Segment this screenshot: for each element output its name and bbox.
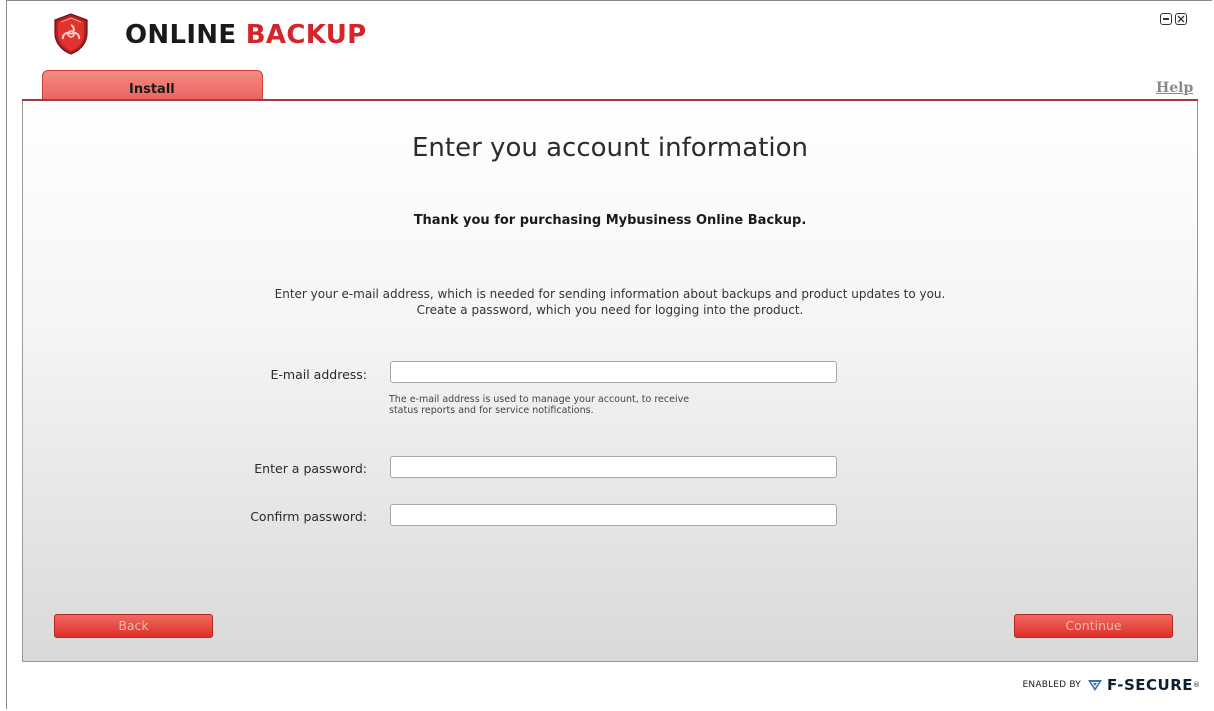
email-hint-line-2: status reports and for service notificat… [389,405,594,416]
email-field[interactable] [390,361,837,383]
confirm-password-label: Confirm password: [250,509,367,524]
thank-you-text: Thank you for purchasing Mybusiness Onli… [413,213,807,228]
email-label: E-mail address: [270,367,367,382]
intro-line-1: Enter your e-mail address, which is need… [274,287,946,301]
confirm-password-field[interactable] [390,504,837,526]
app-title-part2: BACKUP [245,20,367,50]
continue-button[interactable]: Continue [1014,614,1173,638]
minimize-icon[interactable] [1160,13,1172,25]
email-hint: The e-mail address is used to manage you… [389,394,829,416]
install-panel: Enter you account information Thank you … [22,101,1198,662]
help-link[interactable]: Help [1156,80,1193,96]
shield-biohazard-icon [54,13,88,55]
back-button[interactable]: Back [54,614,213,638]
tab-install-label: Install [129,82,175,97]
close-icon[interactable] [1175,13,1187,25]
page-title: Enter you account information [412,133,808,163]
password-label: Enter a password: [254,461,367,476]
app-title-part1: ONLINE [125,20,237,50]
footer-branding: ENABLED BY F-SECURE ® [1023,676,1200,694]
app-title: ONLINE BACKUP [125,20,366,50]
password-field[interactable] [390,456,837,478]
brand-registered-mark: ® [1193,681,1200,689]
f-secure-logo-icon [1087,680,1102,691]
tab-install[interactable]: Install [42,70,263,100]
intro-line-2: Create a password, which you need for lo… [416,303,804,317]
f-secure-brand: F-SECURE [1106,676,1193,694]
intro-text: Enter your e-mail address, which is need… [23,286,1197,318]
enabled-by-text: ENABLED BY [1022,680,1081,690]
email-hint-line-1: The e-mail address is used to manage you… [389,394,690,405]
